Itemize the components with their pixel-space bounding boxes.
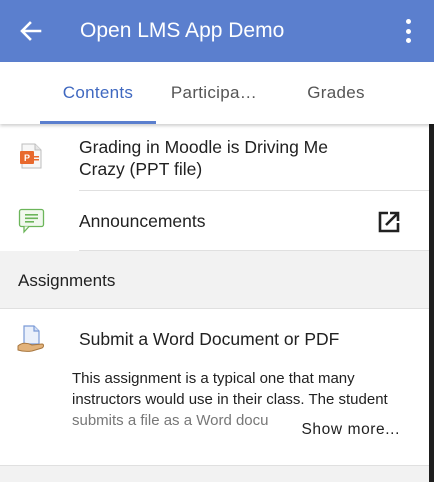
tab-grades[interactable]: Grades	[278, 62, 394, 124]
arrow-left-icon	[20, 21, 42, 41]
more-vertical-icon	[405, 19, 411, 24]
forum-icon	[18, 208, 46, 239]
page-title: Open LMS App Demo	[80, 19, 285, 42]
item-title: Submit a Word Document or PDF	[79, 329, 340, 349]
powerpoint-file-icon: P	[18, 142, 44, 175]
svg-text:P: P	[24, 153, 30, 163]
back-button[interactable]	[0, 0, 62, 62]
list-item-ppt-file[interactable]: P Grading in Moodle is Driving Me Crazy …	[0, 124, 434, 191]
section-title: Assignments	[18, 271, 116, 290]
right-edge	[429, 124, 434, 482]
show-more-button[interactable]: Show more...	[301, 421, 400, 439]
tab-bar: Contents Participa… Grades	[0, 62, 434, 124]
app-bar: Open LMS App Demo	[0, 0, 434, 62]
next-section-edge	[0, 465, 434, 482]
section-header-assignments: Assignments	[0, 251, 434, 309]
list-item-announcements[interactable]: Announcements	[0, 191, 434, 251]
external-link-icon[interactable]	[377, 210, 401, 239]
active-tab-indicator	[40, 121, 156, 124]
item-title: Grading in Moodle is Driving Me Crazy (P…	[79, 137, 328, 179]
overflow-menu-button[interactable]	[398, 16, 418, 46]
tab-contents[interactable]: Contents	[40, 62, 156, 124]
assignment-icon	[16, 324, 46, 359]
item-title: Announcements	[79, 211, 206, 231]
tab-participants[interactable]: Participa…	[156, 62, 272, 124]
